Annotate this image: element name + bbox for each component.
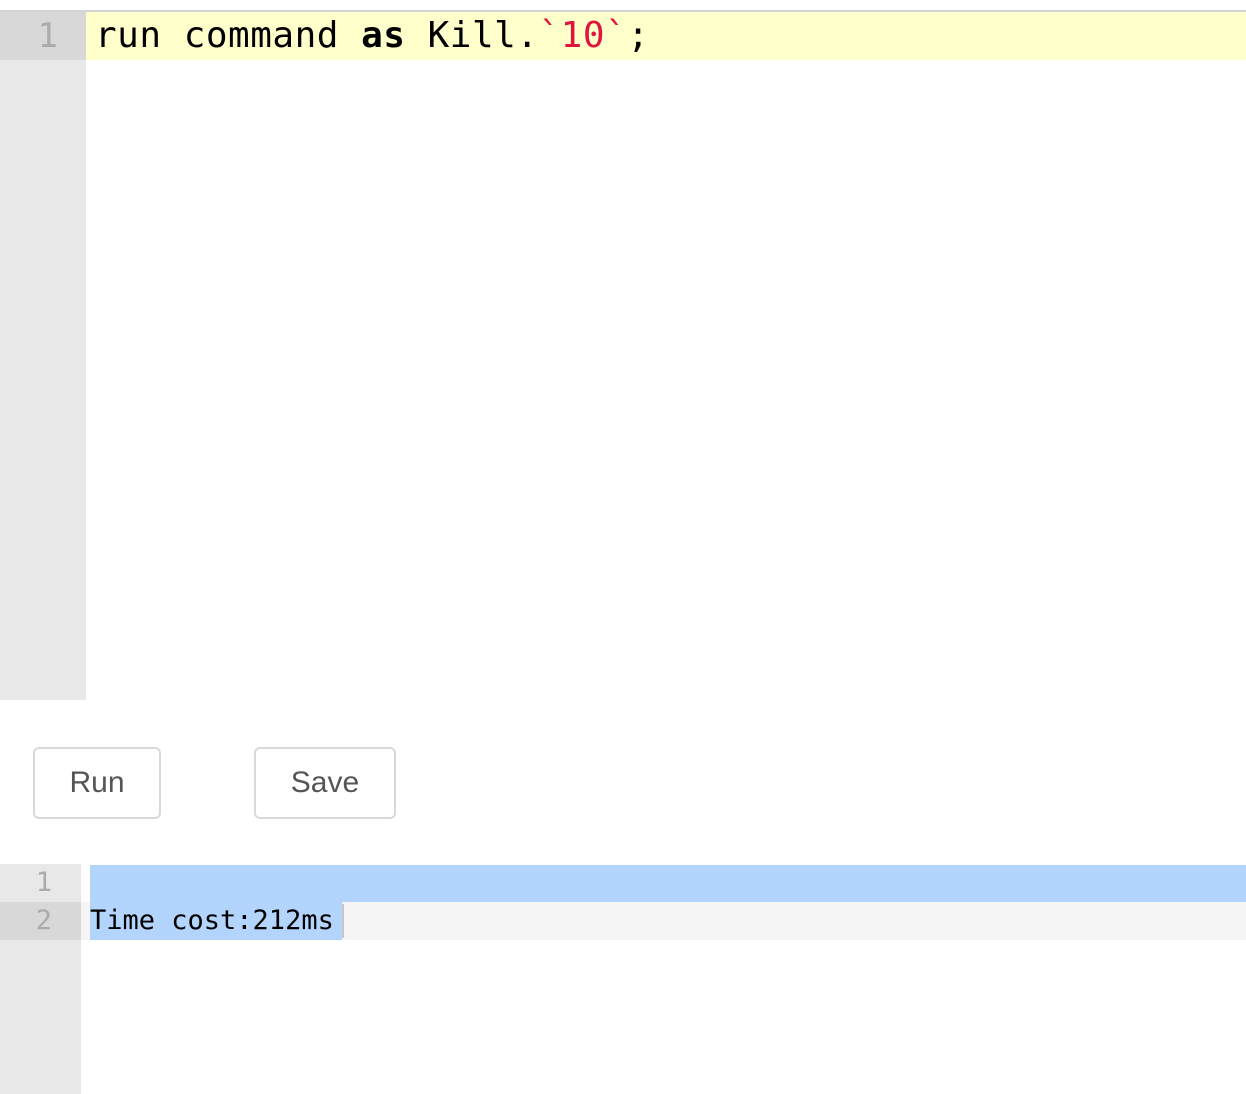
editor-gutter xyxy=(0,12,86,700)
editor-line-number: 1 xyxy=(37,16,58,56)
console-line-number: 1 xyxy=(35,867,52,898)
code-token-text: run command xyxy=(95,15,362,56)
console-line-number: 2 xyxy=(35,905,52,936)
code-token-string: `10` xyxy=(538,15,628,56)
code-editor[interactable]: 1 run command as Kill.`10`; xyxy=(0,0,1246,700)
text-cursor xyxy=(342,904,344,938)
page: 1 run command as Kill.`10`; Run Save 1 2… xyxy=(0,0,1246,1094)
output-console[interactable]: 1 2 Time cost:212ms xyxy=(0,864,1246,1094)
editor-code-line[interactable]: run command as Kill.`10`; xyxy=(95,12,649,60)
run-button[interactable]: Run xyxy=(33,747,161,819)
code-token-text: Kill. xyxy=(405,15,539,56)
console-selection xyxy=(90,865,1246,902)
save-button[interactable]: Save xyxy=(254,747,396,819)
code-token-keyword: as xyxy=(361,15,406,56)
code-token-punctuation: ; xyxy=(627,15,650,56)
console-output-line[interactable]: Time cost:212ms xyxy=(90,902,334,940)
